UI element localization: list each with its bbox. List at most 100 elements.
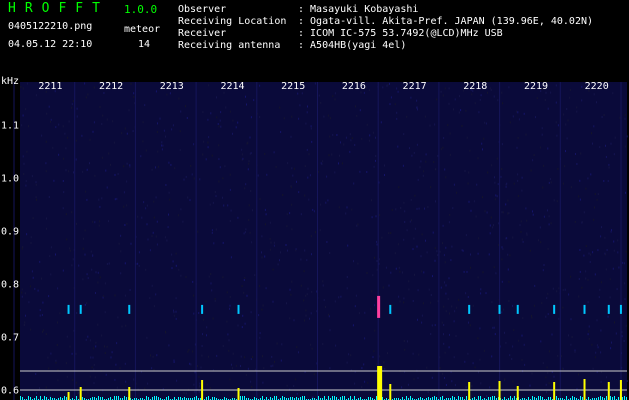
noise-speck bbox=[62, 125, 64, 128]
noise-speck bbox=[477, 276, 479, 279]
noise-speck bbox=[498, 222, 500, 225]
noise-speck bbox=[183, 178, 185, 181]
noise-speck bbox=[329, 367, 331, 370]
trace-spike bbox=[583, 379, 586, 400]
noise-speck bbox=[587, 177, 589, 180]
noise-speck bbox=[361, 137, 363, 140]
y-tick-label: 0.6 bbox=[1, 385, 19, 396]
noise-speck bbox=[293, 385, 295, 387]
noise-speck bbox=[436, 250, 438, 253]
meteor-count: 14 bbox=[138, 39, 151, 50]
noise-speck bbox=[562, 368, 564, 371]
y-tick-label: 1.0 bbox=[1, 173, 19, 184]
noise-speck bbox=[338, 296, 340, 299]
noise-speck bbox=[42, 301, 44, 304]
noise-speck bbox=[259, 116, 261, 118]
noise-speck bbox=[467, 352, 469, 355]
noise-speck bbox=[425, 239, 426, 242]
noise-speck bbox=[289, 317, 291, 320]
noise-speck bbox=[57, 379, 59, 382]
noise-speck bbox=[555, 121, 557, 124]
noise-speck bbox=[198, 312, 200, 314]
noise-speck bbox=[229, 295, 231, 298]
noise-speck bbox=[92, 347, 94, 350]
noise-speck bbox=[202, 153, 204, 156]
noise-speck bbox=[82, 170, 84, 173]
noise-speck bbox=[153, 216, 155, 219]
noise-speck bbox=[451, 305, 453, 308]
noise-speck bbox=[174, 167, 176, 170]
noise-speck bbox=[535, 116, 536, 119]
noise-speck bbox=[137, 215, 139, 218]
noise-speck bbox=[309, 317, 310, 320]
noise-speck bbox=[442, 372, 444, 375]
noise-speck bbox=[437, 154, 439, 157]
noise-speck bbox=[120, 250, 122, 253]
noise-speck bbox=[564, 165, 566, 168]
trace-noise bbox=[116, 396, 117, 400]
trace-noise bbox=[452, 396, 453, 400]
noise-speck bbox=[282, 194, 284, 196]
noise-speck bbox=[416, 99, 418, 102]
noise-speck bbox=[489, 386, 491, 389]
noise-speck bbox=[338, 206, 340, 209]
noise-speck bbox=[518, 118, 520, 121]
trace-noise bbox=[540, 396, 541, 400]
noise-speck bbox=[71, 106, 73, 109]
noise-speck bbox=[516, 146, 518, 149]
noise-speck bbox=[306, 148, 308, 151]
noise-speck bbox=[532, 159, 534, 162]
noise-speck bbox=[482, 148, 483, 151]
noise-speck bbox=[562, 288, 564, 291]
noise-speck bbox=[116, 197, 118, 200]
noise-speck bbox=[25, 314, 26, 317]
noise-speck bbox=[298, 117, 300, 120]
noise-speck bbox=[62, 207, 64, 210]
noise-speck bbox=[334, 92, 336, 95]
noise-speck bbox=[523, 343, 525, 346]
noise-speck bbox=[351, 208, 353, 211]
noise-speck bbox=[189, 199, 191, 202]
info-observer: Observer: Masayuki Kobayashi bbox=[178, 4, 418, 15]
noise-speck bbox=[346, 392, 348, 395]
noise-speck bbox=[318, 94, 320, 97]
noise-speck bbox=[155, 166, 156, 169]
noise-speck bbox=[34, 287, 36, 290]
noise-speck bbox=[130, 82, 132, 85]
noise-speck bbox=[570, 343, 572, 346]
noise-speck bbox=[176, 379, 178, 382]
noise-speck bbox=[576, 106, 578, 109]
noise-speck bbox=[103, 295, 105, 298]
noise-speck bbox=[610, 347, 612, 350]
noise-speck bbox=[489, 87, 491, 90]
noise-speck bbox=[126, 204, 128, 207]
noise-speck bbox=[404, 210, 406, 213]
noise-speck bbox=[281, 343, 283, 346]
noise-speck bbox=[614, 321, 615, 324]
noise-speck bbox=[551, 333, 553, 336]
noise-speck bbox=[421, 270, 423, 273]
noise-speck bbox=[617, 239, 619, 242]
noise-speck bbox=[192, 350, 194, 353]
noise-speck bbox=[62, 269, 64, 272]
noise-speck bbox=[92, 220, 94, 223]
x-tick-label: 2215 bbox=[281, 81, 305, 92]
trace-noise bbox=[168, 396, 169, 400]
noise-speck bbox=[85, 338, 87, 341]
noise-speck bbox=[417, 178, 419, 181]
noise-speck bbox=[224, 165, 226, 168]
noise-speck bbox=[462, 249, 464, 252]
noise-speck bbox=[467, 182, 469, 185]
noise-speck bbox=[193, 312, 195, 315]
noise-speck bbox=[477, 337, 479, 340]
noise-speck bbox=[626, 380, 628, 382]
noise-speck bbox=[521, 334, 523, 337]
noise-speck bbox=[412, 352, 414, 355]
noise-speck bbox=[560, 355, 562, 358]
noise-speck bbox=[252, 356, 253, 358]
noise-speck bbox=[133, 92, 135, 95]
noise-speck bbox=[246, 142, 248, 145]
noise-speck bbox=[218, 180, 220, 183]
noise-speck bbox=[413, 237, 415, 240]
noise-speck bbox=[211, 289, 213, 292]
